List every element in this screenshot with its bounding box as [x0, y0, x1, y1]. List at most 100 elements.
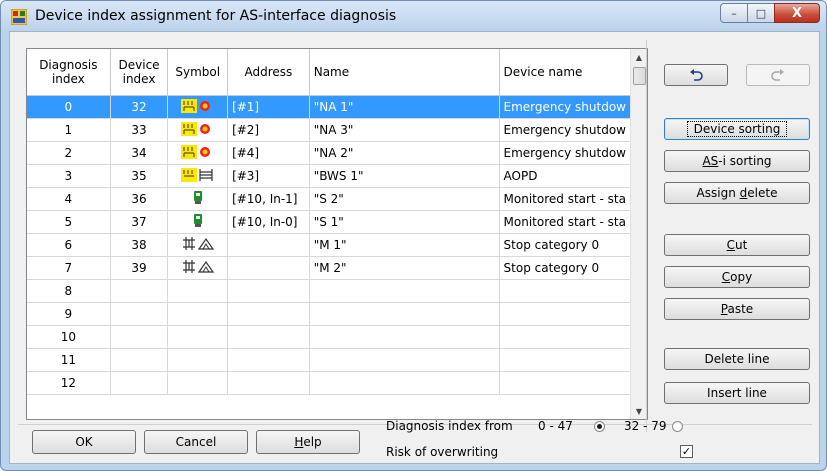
table-row[interactable]: 4 36 [#10, In-1] "S 2" Monitored start - sta — [27, 187, 631, 211]
cell-diagnosis-index[interactable]: 8 — [27, 279, 111, 303]
delete-line-button[interactable]: Delete line — [664, 348, 810, 370]
table-row[interactable]: 12 — [27, 371, 631, 395]
ok-button[interactable]: OK — [32, 430, 136, 454]
cell-device-name[interactable]: Emergency shutdow — [499, 141, 631, 165]
table-row[interactable]: 10 — [27, 325, 631, 349]
cell-address[interactable] — [227, 302, 310, 326]
cut-button[interactable]: Cut — [664, 234, 810, 256]
redo-button[interactable] — [746, 64, 810, 86]
header-name[interactable]: Name — [309, 49, 500, 96]
cell-symbol[interactable] — [167, 371, 229, 395]
cell-name[interactable] — [309, 302, 500, 326]
risk-of-overwriting-checkbox[interactable]: ✓ — [680, 445, 693, 458]
cell-device-index[interactable]: 32 — [110, 95, 169, 119]
cell-device-index[interactable]: 35 — [110, 164, 169, 188]
cell-name[interactable]: "M 2" — [309, 256, 500, 280]
vertical-scrollbar[interactable]: ▲ ▼ — [630, 49, 647, 419]
cell-symbol[interactable] — [167, 233, 229, 257]
table-row[interactable]: 5 37 [#10, In-0] "S 1" Monitored start - sta — [27, 210, 631, 234]
scroll-up-icon[interactable]: ▲ — [631, 49, 647, 65]
header-device-index[interactable]: Device index — [110, 49, 169, 96]
cancel-button[interactable]: Cancel — [144, 430, 248, 454]
cell-device-name[interactable]: Monitored start - sta — [499, 187, 631, 211]
cell-address[interactable]: [#3] — [227, 164, 310, 188]
cell-device-index[interactable]: 33 — [110, 118, 169, 142]
cell-address[interactable]: [#10, In-0] — [227, 210, 310, 234]
cell-diagnosis-index[interactable]: 11 — [27, 348, 111, 372]
cell-device-index[interactable]: 37 — [110, 210, 169, 234]
table-row[interactable]: 8 — [27, 279, 631, 303]
cell-device-name[interactable] — [499, 325, 631, 349]
cell-address[interactable]: [#10, In-1] — [227, 187, 310, 211]
cell-device-index[interactable] — [110, 279, 169, 303]
cell-symbol[interactable] — [167, 95, 229, 119]
assign-delete-button[interactable]: Assign delete — [664, 182, 810, 204]
table-row[interactable]: 0 32 [#1] "NA 1" Emergency shutdow — [27, 95, 631, 119]
cell-address[interactable] — [227, 348, 310, 372]
header-device-name[interactable]: Device name — [499, 49, 631, 96]
cell-diagnosis-index[interactable]: 3 — [27, 164, 111, 188]
table-row[interactable]: 2 34 [#4] "NA 2" Emergency shutdow — [27, 141, 631, 165]
cell-address[interactable] — [227, 325, 310, 349]
cell-diagnosis-index[interactable]: 1 — [27, 118, 111, 142]
cell-symbol[interactable] — [167, 210, 229, 234]
cell-address[interactable]: [#2] — [227, 118, 310, 142]
cell-diagnosis-index[interactable]: 10 — [27, 325, 111, 349]
cell-name[interactable]: "NA 1" — [309, 95, 500, 119]
cell-device-name[interactable]: AOPD — [499, 164, 631, 188]
cell-device-index[interactable]: 39 — [110, 256, 169, 280]
cell-symbol[interactable] — [167, 279, 229, 303]
cell-diagnosis-index[interactable]: 7 — [27, 256, 111, 280]
undo-button[interactable] — [664, 64, 728, 86]
scroll-thumb[interactable] — [633, 67, 646, 85]
cell-name[interactable]: "M 1" — [309, 233, 500, 257]
table-row[interactable]: 6 38 "M 1" Stop category 0 — [27, 233, 631, 257]
range-32-79-radio[interactable] — [672, 421, 683, 432]
title-bar[interactable]: Device index assignment for AS-interface… — [1, 1, 826, 31]
cell-symbol[interactable] — [167, 164, 229, 188]
header-address[interactable]: Address — [227, 49, 310, 96]
cell-diagnosis-index[interactable]: 6 — [27, 233, 111, 257]
cell-name[interactable] — [309, 371, 500, 395]
table-row[interactable]: 1 33 [#2] "NA 3" Emergency shutdow — [27, 118, 631, 142]
cell-device-name[interactable] — [499, 348, 631, 372]
cell-name[interactable]: "BWS 1" — [309, 164, 500, 188]
cell-device-name[interactable] — [499, 302, 631, 326]
cell-diagnosis-index[interactable]: 4 — [27, 187, 111, 211]
cell-address[interactable] — [227, 256, 310, 280]
assignment-table[interactable]: Diagnosis index Device index Symbol Addr… — [26, 48, 648, 420]
cell-device-name[interactable]: Stop category 0 — [499, 256, 631, 280]
table-row[interactable]: 3 35 [#3] "BWS 1" AOPD — [27, 164, 631, 188]
copy-button[interactable]: Copy — [664, 266, 810, 288]
scroll-down-icon[interactable]: ▼ — [631, 403, 647, 419]
cell-name[interactable]: "S 2" — [309, 187, 500, 211]
cell-diagnosis-index[interactable]: 2 — [27, 141, 111, 165]
header-diagnosis-index[interactable]: Diagnosis index — [27, 49, 111, 96]
cell-device-index[interactable] — [110, 371, 169, 395]
cell-device-name[interactable]: Monitored start - sta — [499, 210, 631, 234]
cell-name[interactable] — [309, 325, 500, 349]
cell-diagnosis-index[interactable]: 0 — [27, 95, 111, 119]
cell-diagnosis-index[interactable]: 5 — [27, 210, 111, 234]
cell-device-name[interactable]: Emergency shutdow — [499, 95, 631, 119]
cell-address[interactable]: [#4] — [227, 141, 310, 165]
cell-device-index[interactable]: 34 — [110, 141, 169, 165]
asi-sorting-button[interactable]: AS-i sorting — [664, 150, 810, 172]
cell-symbol[interactable] — [167, 187, 229, 211]
device-sorting-button[interactable]: Device sorting — [664, 118, 810, 140]
cell-address[interactable]: [#1] — [227, 95, 310, 119]
cell-address[interactable] — [227, 279, 310, 303]
range-0-47-radio[interactable] — [594, 421, 605, 432]
cell-symbol[interactable] — [167, 302, 229, 326]
close-button[interactable]: X — [774, 3, 820, 23]
cell-device-name[interactable]: Stop category 0 — [499, 233, 631, 257]
cell-symbol[interactable] — [167, 256, 229, 280]
table-row[interactable]: 9 — [27, 302, 631, 326]
cell-symbol[interactable] — [167, 348, 229, 372]
cell-device-index[interactable]: 36 — [110, 187, 169, 211]
cell-diagnosis-index[interactable]: 12 — [27, 371, 111, 395]
cell-device-index[interactable] — [110, 348, 169, 372]
cell-symbol[interactable] — [167, 325, 229, 349]
cell-device-name[interactable] — [499, 371, 631, 395]
table-row[interactable]: 7 39 "M 2" Stop category 0 — [27, 256, 631, 280]
